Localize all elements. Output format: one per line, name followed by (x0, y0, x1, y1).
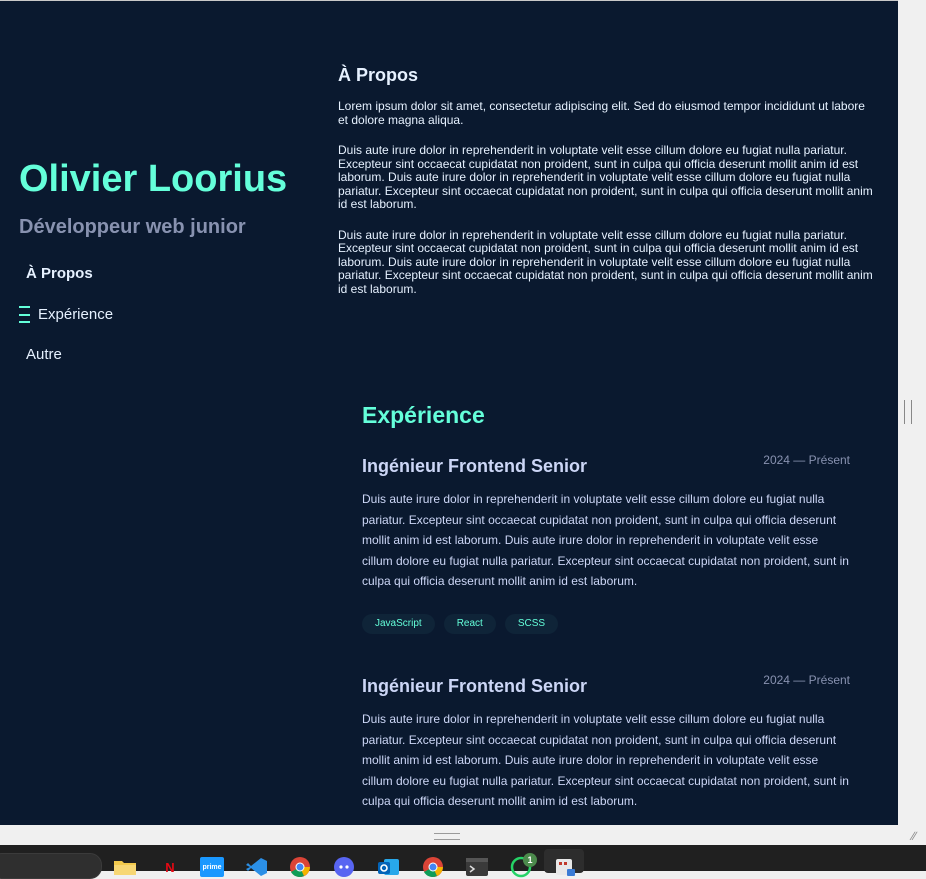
about-section: À Propos Lorem ipsum dolor sit amet, con… (338, 64, 878, 313)
discord-icon[interactable] (332, 857, 356, 877)
app-window-icon[interactable] (553, 857, 577, 877)
window-bottom-bar: ∕∕ (0, 825, 926, 845)
resize-corner-icon[interactable]: ∕∕ (912, 829, 916, 843)
prime-video-icon[interactable]: prime (200, 857, 224, 877)
job-date: 2024 — Présent (763, 673, 850, 687)
horizontal-grip-icon[interactable] (434, 833, 460, 840)
experience-title: Expérience (362, 402, 485, 428)
about-paragraph: Duis aute irure dolor in reprehenderit i… (338, 227, 873, 296)
netflix-icon[interactable]: N (158, 857, 182, 877)
browser-viewport: Olivier Loorius Développeur web junior À… (0, 0, 898, 825)
profile-name: Olivier Loorius (19, 158, 288, 200)
chrome-profile-icon[interactable] (421, 857, 445, 877)
nav-item-other[interactable]: Autre (26, 346, 62, 363)
about-paragraph: Lorem ipsum dolor sit amet, consectetur … (338, 99, 865, 127)
tag-list: JavaScript React SCSS (362, 613, 852, 634)
nav-item-about[interactable]: À Propos (26, 265, 93, 282)
resize-handle[interactable] (904, 400, 912, 424)
experience-item[interactable]: 2024 — Présent Ingénieur Frontend Senior… (362, 673, 852, 812)
about-title: À Propos (338, 65, 419, 85)
vscode-icon[interactable] (245, 857, 269, 877)
terminal-icon[interactable] (465, 857, 489, 877)
about-paragraph: Duis aute irure dolor in reprehenderit i… (338, 143, 873, 211)
nav-item-experience[interactable]: Expérience (19, 306, 113, 323)
nav-item-experience-label: Expérience (38, 306, 114, 323)
whatsapp-icon[interactable]: 1 (509, 853, 537, 878)
menu-indicator-icon (19, 306, 30, 323)
job-description: Duis aute irure dolor in reprehenderit i… (362, 712, 849, 808)
profile-role: Développeur web junior (19, 216, 246, 238)
sidebar: Olivier Loorius Développeur web junior À… (0, 0, 320, 825)
job-date: 2024 — Présent (763, 453, 850, 467)
chrome-icon[interactable] (288, 857, 312, 877)
file-explorer-icon[interactable] (113, 857, 137, 877)
tech-tag: React (443, 613, 496, 634)
taskbar: N prime 1 (0, 845, 926, 879)
experience-item[interactable]: 2024 — Présent Ingénieur Frontend Senior… (362, 453, 852, 634)
notification-badge: 1 (523, 853, 537, 867)
tech-tag: SCSS (504, 613, 559, 634)
taskbar-search[interactable] (0, 853, 102, 879)
outlook-icon[interactable] (377, 857, 401, 877)
job-description: Duis aute irure dolor in reprehenderit i… (362, 492, 849, 588)
tech-tag: JavaScript (362, 613, 435, 634)
